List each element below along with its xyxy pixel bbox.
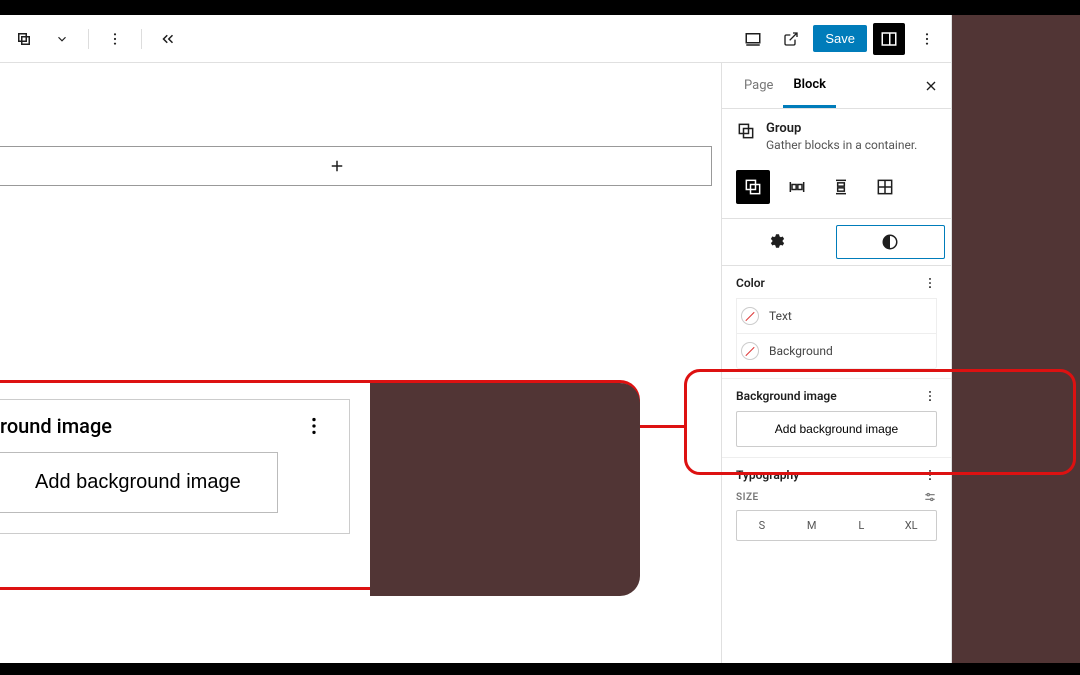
top-toolbar-left bbox=[8, 23, 184, 55]
variation-row[interactable] bbox=[780, 170, 814, 204]
size-label: SIZE bbox=[736, 492, 759, 503]
group-variation-row bbox=[722, 164, 951, 218]
zoom-heading: round image bbox=[0, 414, 112, 438]
color-options-icon[interactable] bbox=[923, 276, 937, 290]
top-toolbar: Save bbox=[0, 15, 951, 63]
save-button[interactable]: Save bbox=[813, 25, 867, 52]
collapse-icon[interactable] bbox=[152, 23, 184, 55]
variation-stack[interactable] bbox=[824, 170, 858, 204]
top-toolbar-right: Save bbox=[737, 23, 943, 55]
typography-section: Typography SIZE S M L bbox=[722, 458, 951, 551]
color-section: Color Text Background bbox=[722, 266, 951, 379]
bgimg-options-icon[interactable] bbox=[923, 389, 937, 403]
external-link-icon[interactable] bbox=[775, 23, 807, 55]
background-image-heading: Background image bbox=[736, 389, 837, 403]
plus-icon bbox=[328, 157, 346, 175]
styles-icon bbox=[881, 233, 899, 251]
gear-icon bbox=[767, 232, 785, 250]
empty-swatch-icon bbox=[741, 342, 759, 360]
settings-sidebar: Page Block Group Gather blocks in a cont… bbox=[721, 63, 951, 663]
color-background-label: Background bbox=[769, 344, 833, 358]
block-description: Gather blocks in a container. bbox=[766, 138, 917, 152]
size-s[interactable]: S bbox=[737, 511, 787, 540]
annotation-zoom-callout: round image Add background image bbox=[0, 380, 640, 590]
desktop-view-icon[interactable] bbox=[737, 23, 769, 55]
chevron-down-icon[interactable] bbox=[46, 23, 78, 55]
close-icon[interactable] bbox=[923, 78, 939, 94]
variation-grid[interactable] bbox=[868, 170, 902, 204]
settings-tab[interactable] bbox=[722, 219, 830, 263]
page-title[interactable]: ge bbox=[0, 63, 721, 146]
empty-swatch-icon bbox=[741, 307, 759, 325]
size-m[interactable]: M bbox=[787, 511, 837, 540]
color-text-label: Text bbox=[769, 309, 792, 323]
zoom-add-background-image-button[interactable]: Add background image bbox=[0, 452, 278, 513]
sidebar-tabs: Page Block bbox=[722, 63, 951, 109]
tab-page[interactable]: Page bbox=[734, 63, 783, 108]
settings-style-tabs bbox=[722, 218, 951, 266]
typo-options-icon[interactable] bbox=[923, 468, 937, 482]
styles-tab[interactable] bbox=[836, 225, 946, 259]
tab-block[interactable]: Block bbox=[783, 63, 836, 108]
add-background-image-button[interactable]: Add background image bbox=[736, 411, 937, 447]
annotation-zoom-dark bbox=[370, 383, 640, 596]
more-icon[interactable] bbox=[99, 23, 131, 55]
color-background-item[interactable]: Background bbox=[736, 333, 937, 369]
block-name: Group bbox=[766, 121, 917, 136]
size-l[interactable]: L bbox=[837, 511, 887, 540]
options-icon[interactable] bbox=[911, 23, 943, 55]
annotation-dark-panel bbox=[952, 15, 1080, 663]
color-text-item[interactable]: Text bbox=[736, 298, 937, 334]
block-card: Group Gather blocks in a container. bbox=[722, 109, 951, 164]
tools-button[interactable] bbox=[8, 23, 40, 55]
separator bbox=[141, 29, 142, 49]
size-presets: S M L XL bbox=[736, 510, 937, 541]
background-image-section: Background image Add background image bbox=[722, 379, 951, 458]
color-heading: Color bbox=[736, 276, 765, 290]
typography-heading: Typography bbox=[736, 468, 799, 482]
size-custom-icon[interactable] bbox=[923, 490, 937, 504]
zoom-options-icon[interactable] bbox=[303, 415, 325, 437]
separator bbox=[88, 29, 89, 49]
annotation-connector bbox=[640, 425, 686, 428]
size-xl[interactable]: XL bbox=[886, 511, 936, 540]
variation-group[interactable] bbox=[736, 170, 770, 204]
group-block-icon bbox=[736, 121, 756, 141]
block-appender[interactable] bbox=[0, 146, 712, 186]
sidebar-toggle-button[interactable] bbox=[873, 23, 905, 55]
